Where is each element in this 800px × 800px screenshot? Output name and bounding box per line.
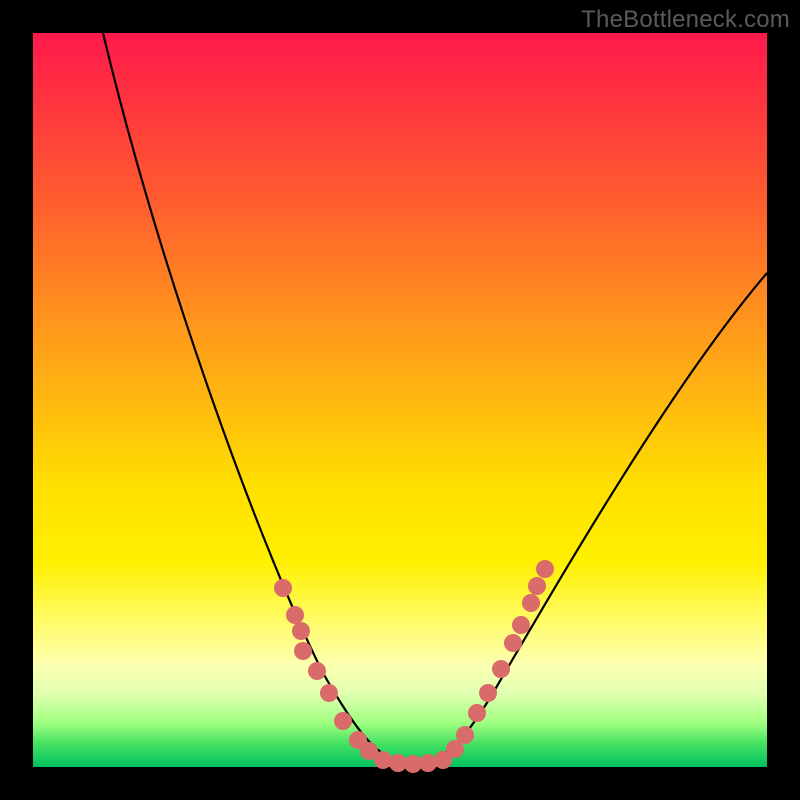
data-point — [512, 616, 530, 634]
data-point — [492, 660, 510, 678]
data-point — [504, 634, 522, 652]
data-point — [468, 704, 486, 722]
data-point — [274, 579, 292, 597]
data-point — [294, 642, 312, 660]
data-point — [374, 751, 392, 769]
data-point — [522, 594, 540, 612]
data-point — [536, 560, 554, 578]
data-point — [528, 577, 546, 595]
plot-area — [33, 33, 767, 767]
data-point — [320, 684, 338, 702]
data-point — [292, 622, 310, 640]
data-point — [308, 662, 326, 680]
curve-layer — [33, 33, 767, 767]
marker-group — [274, 560, 554, 773]
data-point — [419, 754, 437, 772]
data-point — [286, 606, 304, 624]
watermark-text: TheBottleneck.com — [581, 6, 790, 34]
bottleneck-curve — [103, 33, 767, 763]
chart-frame: TheBottleneck.com — [0, 0, 800, 800]
data-point — [456, 726, 474, 744]
data-point — [479, 684, 497, 702]
data-point — [334, 712, 352, 730]
